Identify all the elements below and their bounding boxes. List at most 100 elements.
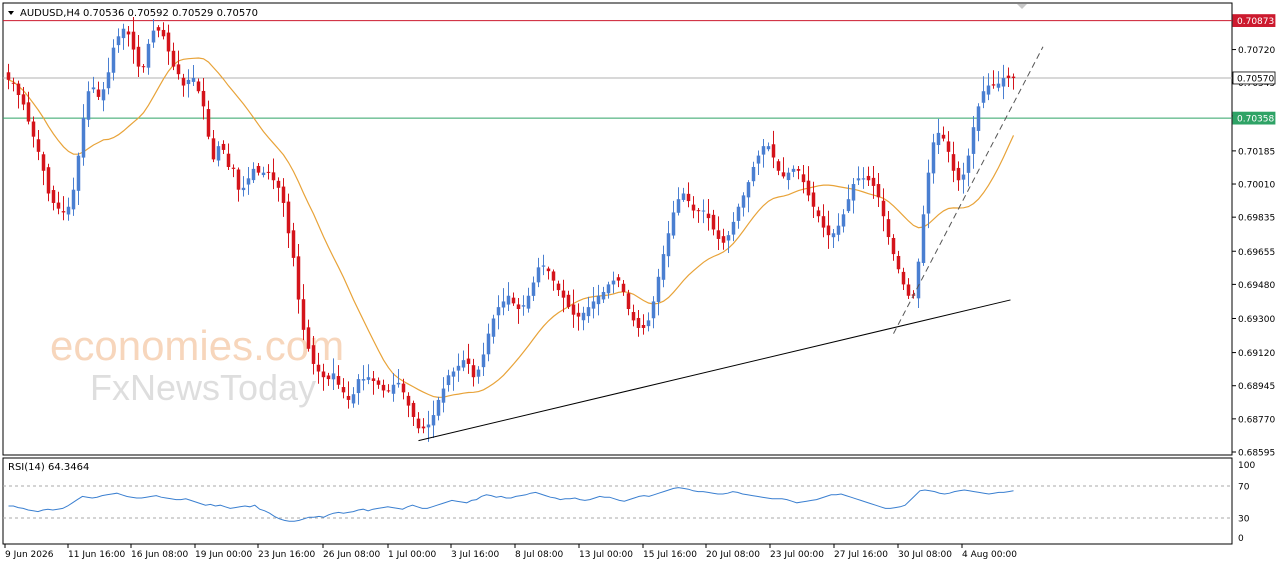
candle-body xyxy=(206,109,211,137)
candle-body xyxy=(271,172,276,181)
candle-body xyxy=(671,212,676,236)
candle-body xyxy=(786,172,791,181)
candle-body xyxy=(641,324,646,328)
candle-body xyxy=(956,167,961,181)
ohlc-values: 0.70536 0.70592 0.70529 0.70570 xyxy=(83,8,258,19)
candle-body xyxy=(356,379,361,394)
watermark-line1: economies.com xyxy=(50,322,344,369)
price-tag-current[interactable]: 0.70570 xyxy=(1232,71,1276,85)
candle-body xyxy=(776,161,781,171)
candle-body xyxy=(351,394,356,404)
chart-window[interactable]: economies.com FxNewsToday 0.707200.70545… xyxy=(0,0,1280,567)
candle-body xyxy=(586,307,591,317)
candle-body xyxy=(66,206,71,215)
candle-body xyxy=(441,388,446,403)
candle-body xyxy=(256,165,261,173)
candle-body xyxy=(726,235,731,241)
candle-body xyxy=(96,89,101,97)
y-tick-label: 0.69120 xyxy=(1238,349,1275,359)
x-tick-label: 13 Jul 00:00 xyxy=(579,550,633,560)
candle-body xyxy=(196,81,201,92)
candle-body xyxy=(316,364,321,372)
candle-body xyxy=(486,333,491,355)
price-tag-label: 0.70570 xyxy=(1237,74,1274,84)
price-tag-support[interactable]: 0.70358 xyxy=(1232,111,1276,125)
candle-body xyxy=(366,377,371,380)
rsi-label: RSI(14) 64.3464 xyxy=(8,462,89,473)
candle-body xyxy=(581,312,586,321)
candle-body xyxy=(656,276,661,302)
candle-body xyxy=(601,291,606,300)
candle-body xyxy=(71,189,76,210)
price-tag-resistance[interactable]: 0.70873 xyxy=(1232,14,1276,28)
candle-body xyxy=(86,91,91,120)
candle-body xyxy=(266,171,271,173)
candle-body xyxy=(876,184,881,198)
candle-body xyxy=(121,28,126,39)
candle-body xyxy=(571,304,576,315)
candle-body xyxy=(621,283,626,292)
candle-body xyxy=(326,375,331,380)
candle-body xyxy=(61,211,66,213)
candle-body xyxy=(976,106,981,131)
candle-body xyxy=(791,168,796,172)
candle-body xyxy=(626,293,631,310)
candle-body xyxy=(281,186,286,203)
candle-body xyxy=(796,169,801,171)
candle-body xyxy=(91,87,96,90)
candle-body xyxy=(331,373,336,380)
candle-body xyxy=(716,230,721,239)
candle-body xyxy=(951,154,956,171)
candle-body xyxy=(341,387,346,393)
candle-body xyxy=(1006,75,1011,78)
candle-body xyxy=(801,174,806,183)
y-tick-label: 0.68945 xyxy=(1238,382,1275,392)
candle-body xyxy=(651,301,656,319)
candle-body xyxy=(391,384,396,394)
candle-body xyxy=(491,318,496,337)
candle-body xyxy=(701,210,706,212)
candle-body xyxy=(116,36,121,46)
candle-body xyxy=(531,282,536,296)
candle-body xyxy=(596,295,601,305)
candle-body xyxy=(681,193,686,200)
candle-body xyxy=(126,31,131,35)
candle-body xyxy=(706,213,711,219)
candle-body xyxy=(31,121,36,137)
candle-body xyxy=(971,127,976,154)
x-tick-label: 26 Jun 08:00 xyxy=(323,550,380,560)
candle-body xyxy=(906,284,911,296)
candle-body xyxy=(456,365,461,371)
candle-body xyxy=(996,83,1001,88)
candle-body xyxy=(111,47,116,73)
x-tick-label: 9 Jun 2026 xyxy=(5,550,54,560)
candle-body xyxy=(696,210,701,212)
symbol-label: AUDUSD,H4 xyxy=(20,8,80,19)
x-tick-label: 20 Jul 08:00 xyxy=(706,550,760,560)
x-tick-label: 11 Jun 16:00 xyxy=(68,550,125,560)
candle-body xyxy=(556,283,561,291)
chart-header[interactable]: AUDUSD,H4 0.70536 0.70592 0.70529 0.7057… xyxy=(8,8,258,19)
candle-body xyxy=(561,290,566,298)
chart-canvas[interactable]: economies.com FxNewsToday 0.707200.70545… xyxy=(0,0,1280,567)
candle-body xyxy=(286,201,291,234)
candle-body xyxy=(311,345,316,364)
candle-body xyxy=(246,178,251,185)
y-tick-label: 0.69835 xyxy=(1238,214,1275,224)
candle-body xyxy=(201,90,206,107)
candle-body xyxy=(151,30,156,43)
candle-body xyxy=(136,46,141,67)
candle-body xyxy=(106,72,111,89)
candle-body xyxy=(186,79,191,85)
candle-body xyxy=(221,143,226,150)
candle-body xyxy=(381,384,386,391)
candle-body xyxy=(496,307,501,316)
candle-body xyxy=(806,180,811,196)
candle-body xyxy=(961,174,966,180)
candle-body xyxy=(836,225,841,235)
candle-body xyxy=(481,354,486,368)
candle-body xyxy=(636,317,641,328)
candle-body xyxy=(611,280,616,285)
watermark-line2: FxNewsToday xyxy=(90,367,316,408)
x-tick-label: 1 Jul 00:00 xyxy=(388,550,437,560)
